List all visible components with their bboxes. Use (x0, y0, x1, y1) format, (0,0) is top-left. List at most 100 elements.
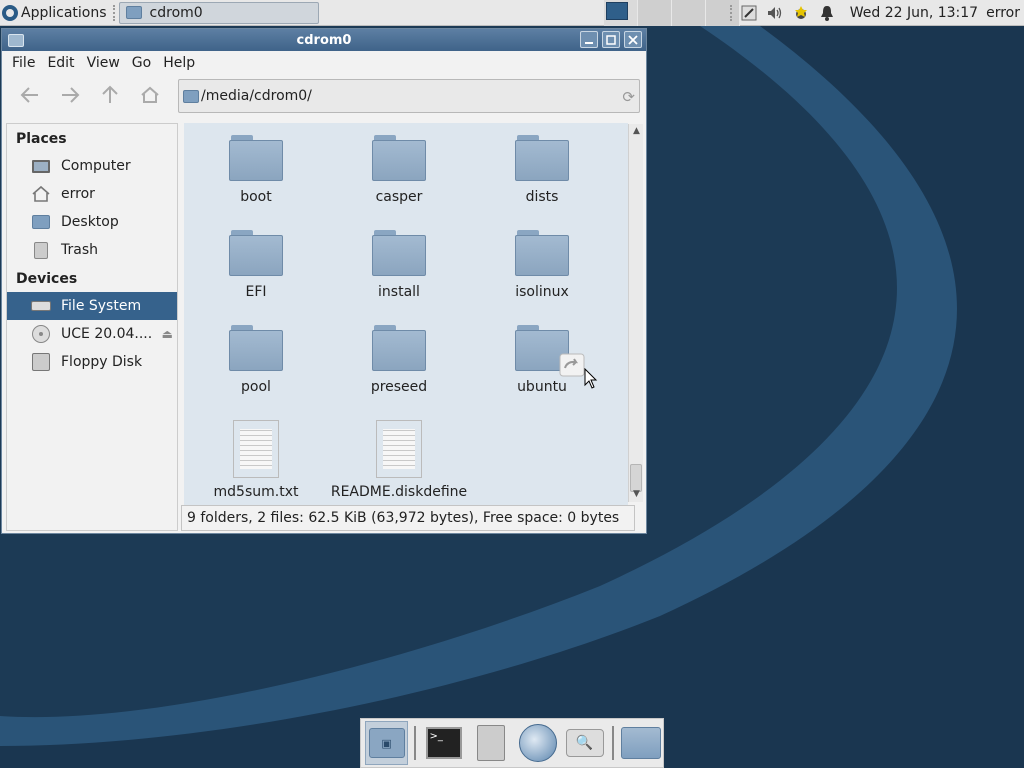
file-name: pool (241, 379, 271, 395)
up-button[interactable] (90, 78, 130, 112)
distro-logo-icon (2, 4, 18, 21)
dock-web-browser[interactable] (516, 721, 559, 765)
sidebar-item-label: Floppy Disk (61, 354, 143, 370)
sidebar-item-file-system[interactable]: File System (7, 292, 177, 320)
symlink-arrow-icon (559, 353, 585, 377)
menu-edit[interactable]: Edit (41, 55, 80, 71)
window-titlebar[interactable]: cdrom0 (2, 29, 646, 51)
dock-file-manager[interactable]: ▣ (365, 721, 409, 765)
home-icon (141, 86, 159, 103)
workspace-2[interactable] (638, 0, 672, 26)
dock-archive-manager[interactable] (469, 721, 512, 765)
folder-icon (515, 135, 569, 181)
menu-file[interactable]: File (6, 55, 41, 71)
floppy-icon (31, 353, 51, 371)
workspace-switcher (604, 0, 740, 26)
file-item-folder[interactable]: pool (186, 325, 326, 395)
applications-menu-button[interactable]: Applications (0, 0, 111, 26)
dock-separator (414, 726, 416, 760)
menu-help[interactable]: Help (157, 55, 201, 71)
menu-go[interactable]: Go (126, 55, 157, 71)
file-manager-icon: ▣ (368, 728, 405, 758)
terminal-icon: >_ (425, 727, 462, 759)
folder-icon (372, 325, 426, 371)
sidebar-item-label: UCE 20.04.... (61, 326, 153, 342)
sidebar-heading-devices: Devices (16, 271, 78, 287)
file-item-folder[interactable]: EFI (186, 230, 326, 300)
minimize-button[interactable] (580, 31, 598, 48)
sidebar-item-computer[interactable]: Computer (7, 152, 177, 180)
sidebar-item-label: File System (61, 298, 142, 314)
sidebar-item-label: Trash (61, 242, 98, 258)
web-browser-icon (518, 724, 557, 762)
reload-icon[interactable]: ⟳ (622, 88, 635, 106)
scroll-down-arrow-icon[interactable]: ▼ (631, 489, 642, 500)
file-name: boot (240, 189, 272, 205)
back-arrow-icon (20, 87, 38, 103)
network-icon[interactable] (736, 0, 762, 26)
workspace-3[interactable] (672, 0, 706, 26)
notifications-bell-icon[interactable] (814, 0, 840, 26)
vertical-scrollbar[interactable]: ▲ ▼ (628, 124, 643, 502)
scrollbar-thumb[interactable] (630, 464, 642, 492)
file-item-folder[interactable]: boot (186, 135, 326, 205)
file-name: dists (525, 189, 559, 205)
updates-icon[interactable] (788, 0, 814, 26)
folder-icon (372, 135, 426, 181)
location-bar[interactable]: /media/cdrom0/ ⟳ (178, 79, 640, 113)
sidebar-item-cdrom[interactable]: UCE 20.04.... ⏏ (7, 320, 177, 348)
file-name: casper (375, 189, 423, 205)
file-item-text[interactable]: md5sum.txt (186, 420, 326, 500)
home-icon (31, 185, 51, 203)
file-item-folder[interactable]: casper (329, 135, 469, 205)
maximize-button[interactable] (602, 31, 620, 48)
search-icon: 🔍 (565, 729, 604, 757)
applications-label: Applications (21, 4, 107, 21)
dock-terminal[interactable]: >_ (422, 721, 465, 765)
close-button[interactable] (624, 31, 642, 48)
clock[interactable]: Wed 22 Jun, 13:17 (840, 5, 986, 21)
sidebar-item-home[interactable]: error (7, 180, 177, 208)
workspace-1[interactable] (604, 0, 638, 26)
sidebar-item-trash[interactable]: Trash (7, 236, 177, 264)
file-item-folder[interactable]: isolinux (472, 230, 612, 300)
folder-icon (229, 325, 283, 371)
menu-bar: File Edit View Go Help (2, 51, 646, 75)
file-item-text[interactable]: README.diskdefine (329, 420, 469, 500)
maximize-icon (606, 34, 616, 45)
forward-button[interactable] (50, 78, 90, 112)
text-file-icon (376, 420, 422, 478)
back-button[interactable] (10, 78, 50, 112)
location-path: /media/cdrom0/ (201, 88, 312, 104)
file-name: EFI (245, 284, 267, 300)
file-name: md5sum.txt (213, 484, 299, 500)
volume-icon[interactable] (762, 0, 788, 26)
dock-search[interactable]: 🔍 (563, 721, 606, 765)
taskbar-window-button[interactable]: cdrom0 (118, 1, 319, 24)
trash-icon (31, 241, 51, 259)
disc-icon (31, 325, 51, 343)
scroll-up-arrow-icon[interactable]: ▲ (631, 126, 642, 137)
filing-cabinet-icon (476, 725, 505, 761)
drive-icon (31, 297, 51, 315)
text-file-icon (233, 420, 279, 478)
dock-folder[interactable] (620, 721, 663, 765)
up-arrow-icon (102, 85, 118, 103)
forward-arrow-icon (62, 87, 80, 103)
folder-icon (229, 230, 283, 276)
sidebar-item-desktop[interactable]: Desktop (7, 208, 177, 236)
user-menu[interactable]: error (986, 5, 1024, 21)
dock: ▣ >_ 🔍 (360, 718, 664, 768)
sidebar-item-floppy[interactable]: Floppy Disk (7, 348, 177, 376)
file-item-folder[interactable]: preseed (329, 325, 469, 395)
file-item-folder[interactable]: install (329, 230, 469, 300)
status-text: 9 folders, 2 files: 62.5 KiB (63,972 byt… (187, 510, 620, 526)
sidebar-item-label: Computer (61, 158, 131, 174)
folder-icon (229, 135, 283, 181)
home-button[interactable] (130, 78, 170, 112)
desktop-icon (31, 213, 51, 231)
file-item-folder[interactable]: dists (472, 135, 612, 205)
status-bar: 9 folders, 2 files: 62.5 KiB (63,972 byt… (181, 505, 635, 531)
eject-icon[interactable]: ⏏ (162, 327, 173, 341)
menu-view[interactable]: View (81, 55, 126, 71)
